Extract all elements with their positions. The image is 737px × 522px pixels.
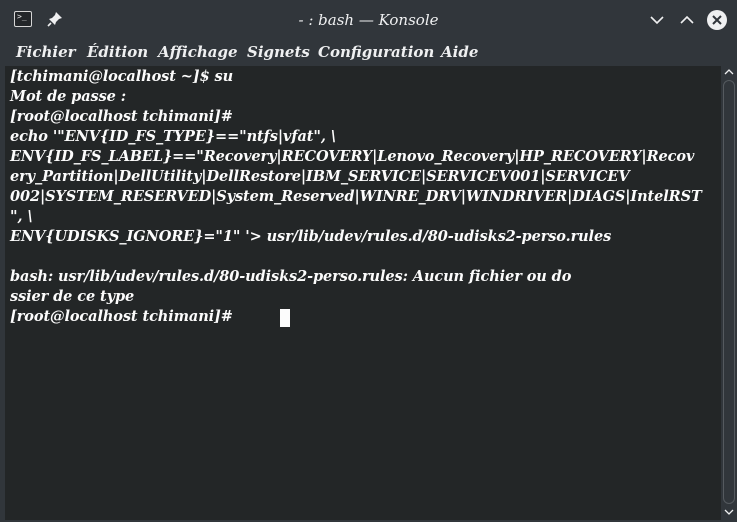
terminal-line: [root@localhost tchimani]# <box>10 108 233 125</box>
scroll-up-icon[interactable] <box>724 68 734 76</box>
terminal-line: ENV{ID_FS_LABEL}=="Recovery|RECOVERY|Len… <box>10 148 695 165</box>
close-button[interactable] <box>706 9 728 31</box>
menu-edition[interactable]: Édition <box>87 43 148 61</box>
terminal-line: ssier de ce type <box>10 288 135 305</box>
vertical-scrollbar[interactable] <box>721 66 737 522</box>
scroll-down-icon[interactable] <box>724 508 734 516</box>
maximize-button[interactable] <box>676 9 698 31</box>
terminal-line: ", \ <box>10 208 33 225</box>
terminal-output[interactable]: [tchimani@localhost ~]$ su Mot de passe … <box>5 66 721 520</box>
minimize-button[interactable] <box>646 9 668 31</box>
terminal-line: ENV{UDISKS_IGNORE}="1" '> usr/lib/udev/r… <box>10 228 612 245</box>
scrollbar-track[interactable] <box>723 80 735 504</box>
title-bar: >_ - : bash — Konsole <box>0 0 737 40</box>
menu-signets[interactable]: Signets <box>247 43 310 61</box>
terminal-line: 002|SYSTEM_RESERVED|System_Reserved|WINR… <box>10 188 702 205</box>
text-cursor <box>280 309 290 327</box>
menu-fichier[interactable]: Fichier <box>16 43 76 61</box>
window-title: - : bash — Konsole <box>298 11 439 29</box>
terminal-line: [tchimani@localhost ~]$ su <box>10 68 234 85</box>
terminal-line: bash: usr/lib/udev/rules.d/80-udisks2-pe… <box>10 268 572 285</box>
terminal-line: ery_Partition|DellUtility|DellRestore|IB… <box>10 168 630 185</box>
terminal-line: echo '"ENV{ID_FS_TYPE}=="ntfs|vfat", \ <box>10 128 336 145</box>
terminal-line: Mot de passe : <box>10 88 126 105</box>
menu-bar: Fichier Édition Affichage Signets Config… <box>0 40 737 65</box>
menu-affichage[interactable]: Affichage <box>158 43 238 61</box>
menu-configuration[interactable]: Configuration <box>318 43 434 61</box>
menu-aide[interactable]: Aide <box>441 43 478 61</box>
terminal-prompt: [root@localhost tchimani]# <box>10 308 233 325</box>
